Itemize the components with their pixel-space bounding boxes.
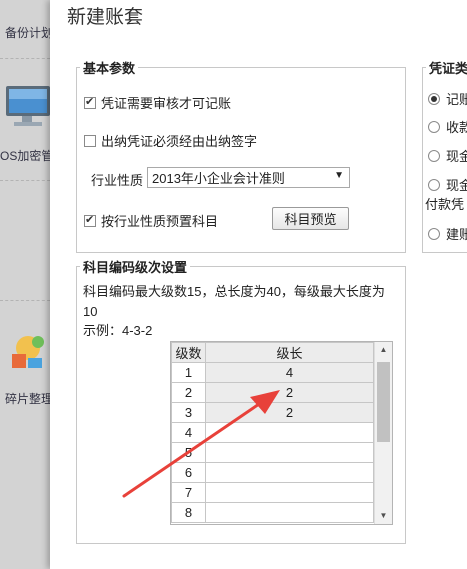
level-cell: 4 (171, 422, 206, 443)
voucher-option-4[interactable]: 现金 (428, 175, 467, 194)
voucher-option-label: 现金 (446, 149, 467, 164)
chevron-down-icon: ▼ (334, 170, 344, 181)
voucher-radio-5[interactable] (428, 227, 440, 240)
voucher-option-label: 建账 (446, 227, 467, 242)
levels-example: 示例：4-3-2 (83, 323, 153, 338)
voucher-radio-3[interactable] (428, 149, 440, 162)
levels-info-line2: 10 (83, 304, 98, 319)
industry-label: 行业性质 (91, 173, 144, 188)
require-audit-checkbox[interactable] (84, 95, 96, 109)
column-header-length: 级长 (205, 342, 374, 363)
level-cell: 5 (171, 442, 206, 463)
voucher-option-2[interactable]: 收款 (428, 117, 467, 136)
length-cell[interactable] (205, 442, 374, 463)
table-row: 4 (171, 422, 374, 443)
level-cell: 8 (171, 502, 206, 523)
require-audit-label: 凭证需要审核才可记账 (101, 96, 232, 111)
preset-accounts-checkbox[interactable] (84, 213, 96, 227)
require-audit-option[interactable]: 凭证需要审核才可记账 (84, 93, 231, 112)
table-row: 8 (171, 502, 374, 523)
voucher-option-3[interactable]: 现金 (428, 146, 467, 165)
background-app-sidebar: 备份计划 OS加密管 碎片整理 (0, 0, 50, 569)
level-cell: 3 (171, 402, 206, 423)
length-cell[interactable] (205, 502, 374, 523)
preset-accounts-label: 按行业性质预置科目 (101, 214, 219, 229)
scrollbar-thumb[interactable] (377, 362, 390, 442)
table-row: 5 (171, 442, 374, 463)
scroll-down-icon[interactable]: ▼ (375, 508, 392, 524)
cashier-sign-label: 出纳凭证必须经由出纳签字 (101, 134, 258, 149)
voucher-radio-2[interactable] (428, 120, 440, 133)
table-row: 6 (171, 462, 374, 483)
table-row: 3 2 (171, 402, 374, 423)
backup-plan-label[interactable]: 备份计划 (5, 24, 50, 41)
level-cell: 6 (171, 462, 206, 483)
voucher-type-legend: 凭证类 (429, 61, 467, 76)
column-header-level: 级数 (171, 342, 206, 363)
dialog-header: 新建账套 (50, 0, 467, 30)
account-preview-button[interactable]: 科目预览 (272, 207, 349, 230)
voucher-extra-text: 付款凭 (425, 197, 465, 212)
cashier-sign-option[interactable]: 出纳凭证必须经由出纳签字 (84, 131, 257, 150)
new-account-set-dialog: 新建账套 基本参数 凭证需要审核才可记账 出纳凭证必须经由出纳签字 行业性质 2… (50, 0, 467, 569)
table-scrollbar[interactable]: ▲ ▼ (374, 342, 392, 524)
table-row: 1 4 (171, 362, 374, 383)
voucher-option-label: 现金 (446, 178, 467, 193)
industry-select[interactable]: 2013年小企业会计准则 ▼ (147, 167, 350, 188)
basic-params-legend: 基本参数 (83, 61, 136, 76)
length-cell[interactable]: 2 (205, 382, 374, 403)
divider (0, 180, 50, 181)
os-encrypt-label[interactable]: OS加密管 (0, 147, 50, 164)
voucher-option-5[interactable]: 建账 (428, 224, 467, 243)
defrag-label[interactable]: 碎片整理 (5, 390, 50, 407)
account-levels-legend: 科目编码级次设置 (83, 260, 188, 275)
length-cell[interactable]: 4 (205, 362, 374, 383)
table-row: 2 2 (171, 382, 374, 403)
voucher-radio-4[interactable] (428, 178, 440, 191)
table-row: 7 (171, 482, 374, 503)
industry-select-value: 2013年小企业会计准则 (152, 171, 285, 186)
length-cell[interactable]: 2 (205, 402, 374, 423)
level-cell: 1 (171, 362, 206, 383)
dialog-title: 新建账套 (67, 7, 144, 28)
voucher-option-label: 收款 (446, 120, 467, 135)
voucher-option-label: 记账 (446, 92, 467, 107)
length-cell[interactable] (205, 422, 374, 443)
length-cell[interactable] (205, 462, 374, 483)
monitor-lock-icon[interactable] (4, 82, 50, 132)
level-cell: 2 (171, 382, 206, 403)
divider (0, 58, 50, 59)
divider (0, 300, 50, 301)
levels-info-line1: 科目编码最大级数15，总长度为40，每级最大长度为 (83, 284, 385, 299)
scroll-up-icon[interactable]: ▲ (375, 342, 392, 358)
voucher-option-1[interactable]: 记账 (428, 89, 467, 108)
levels-table: 级数 级长 1 4 2 2 3 2 4 5 6 7 8 ▲ ▼ (170, 341, 393, 525)
defrag-icon[interactable] (8, 330, 50, 372)
length-cell[interactable] (205, 482, 374, 503)
preset-accounts-option[interactable]: 按行业性质预置科目 (84, 211, 218, 230)
voucher-radio-1[interactable] (428, 92, 440, 105)
cashier-sign-checkbox[interactable] (84, 134, 96, 147)
level-cell: 7 (171, 482, 206, 503)
